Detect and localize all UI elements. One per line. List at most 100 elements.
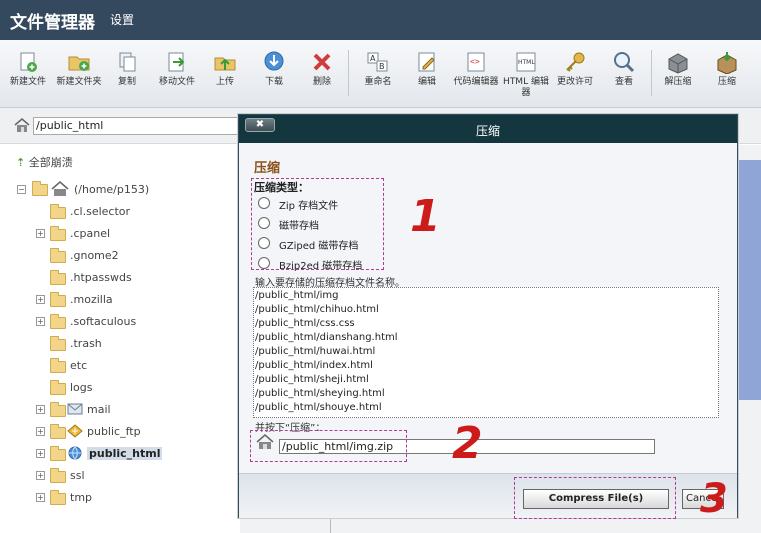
list-item: /public_html/sheying.html	[255, 388, 385, 399]
list-item: /public_html/sheji.html	[255, 374, 369, 385]
tree-item-label: public_html	[87, 447, 163, 460]
new-folder-button[interactable]: 新建文件夹	[55, 50, 103, 88]
list-item: /public_html/chihuo.html	[255, 304, 379, 315]
code-editor-button[interactable]: <> 代码编辑器	[452, 50, 500, 88]
tree-item[interactable]: + .cpanel	[36, 225, 216, 243]
dialog-header: 压缩 ✖	[239, 115, 737, 143]
toolbar-label: 重命名	[364, 77, 392, 87]
annotation-box-2	[250, 430, 407, 462]
folder-icon	[50, 380, 66, 395]
annotation-box-3	[514, 477, 676, 519]
selected-files-list[interactable]: /public_html/img/public_html/chihuo.html…	[253, 287, 719, 418]
list-item: /public_html/shouye.html	[255, 402, 382, 413]
toolbar-separator	[348, 50, 349, 96]
folder-icon	[50, 490, 66, 505]
delete-button[interactable]: 删除	[298, 50, 346, 88]
toolbar-label: 删除	[312, 77, 331, 87]
new-file-button[interactable]: 新建文件	[4, 50, 52, 88]
tree-item-label: .trash	[70, 337, 102, 350]
list-item: /public_html/img	[255, 290, 339, 301]
toolbar: 新建文件 新建文件夹 复制 移动文件 上传 下载 删除 A B 重命名 编辑 <…	[0, 40, 761, 108]
step-3-marker: 3	[700, 476, 728, 522]
folder-open-icon	[32, 181, 48, 196]
tree-item[interactable]: + public_html	[36, 445, 216, 463]
dialog-title: 压缩	[475, 124, 500, 138]
tree-item-label: etc	[70, 359, 88, 372]
toolbar-label: HTML 编辑器	[503, 77, 549, 98]
expand-toggle-icon[interactable]: +	[36, 427, 45, 436]
tree-item[interactable]: .htpasswds	[36, 269, 216, 287]
tree-item-label: .gnome2	[70, 249, 119, 262]
permissions-button[interactable]: 更改许可	[551, 50, 599, 88]
tree-item[interactable]: + tmp	[36, 489, 216, 507]
svg-text:<>: <>	[470, 57, 480, 66]
folder-icon	[50, 204, 66, 219]
tree-item[interactable]: .cl.selector	[36, 203, 216, 221]
settings-link[interactable]: 设置	[110, 11, 134, 28]
tree-root[interactable]: − (/home/p153)	[17, 181, 217, 199]
selected-row-highlight	[738, 160, 761, 400]
extract-button[interactable]: 解压缩	[654, 50, 702, 88]
upload-button[interactable]: 上传	[201, 50, 249, 88]
dialog-close-button[interactable]: ✖	[245, 118, 275, 132]
tree-item-label: public_ftp	[87, 425, 141, 438]
tree-item-label: mail	[87, 403, 111, 416]
tree-root-label: (/home/p153)	[74, 183, 150, 196]
tree-item-label: tmp	[70, 491, 93, 504]
toolbar-label: 复制	[117, 77, 136, 87]
code-editor-icon: <>	[464, 50, 488, 74]
tree-item[interactable]: etc	[36, 357, 216, 375]
tree-item-label: .mozilla	[70, 293, 113, 306]
tree-item[interactable]: + ssl	[36, 467, 216, 485]
collapse-all-link[interactable]: ⇡ 全部崩溃	[16, 154, 73, 170]
compress-toolbar-button[interactable]: 压缩	[703, 50, 751, 88]
globe-icon	[67, 446, 83, 463]
folder-icon	[50, 336, 66, 351]
list-item: /public_html/huwai.html	[255, 346, 376, 357]
toolbar-label: 代码编辑器	[453, 77, 499, 87]
tree-item[interactable]: .gnome2	[36, 247, 216, 265]
edit-button[interactable]: 编辑	[403, 50, 451, 88]
expand-toggle-icon[interactable]: +	[36, 493, 45, 502]
tree-item[interactable]: + mail	[36, 401, 216, 419]
edit-icon	[415, 50, 439, 74]
expand-toggle-icon[interactable]: +	[36, 295, 45, 304]
folder-icon	[50, 292, 66, 307]
tree-item[interactable]: + .mozilla	[36, 291, 216, 309]
move-file-button[interactable]: 移动文件	[153, 50, 201, 88]
delete-icon	[310, 50, 334, 74]
toolbar-label: 编辑	[417, 77, 436, 87]
expand-toggle-icon[interactable]: +	[36, 471, 45, 480]
app-title: 文件管理器	[10, 13, 95, 33]
tree-item-label: .softaculous	[70, 315, 137, 328]
expand-toggle-icon[interactable]: +	[36, 405, 45, 414]
svg-text:B: B	[379, 62, 385, 71]
expand-toggle-icon[interactable]: +	[36, 229, 45, 238]
expand-toggle-icon[interactable]: +	[36, 449, 45, 458]
step-1-marker: 1	[410, 191, 441, 242]
path-input[interactable]: /public_html	[33, 117, 243, 135]
tree-item-label: .cl.selector	[70, 205, 131, 218]
annotation-box-1	[251, 178, 384, 270]
section-title: 压缩	[254, 161, 281, 176]
view-magnifier-icon	[612, 50, 636, 74]
rename-button[interactable]: AB 重命名	[354, 50, 402, 88]
tree-item-label: logs	[70, 381, 93, 394]
html-editor-button[interactable]: HTML HTML 编辑器	[502, 50, 550, 99]
tree-item-label: .cpanel	[70, 227, 111, 240]
view-button[interactable]: 查看	[600, 50, 648, 88]
home-icon[interactable]	[14, 118, 30, 132]
list-item: /public_html/index.html	[255, 360, 373, 371]
folder-icon	[50, 468, 66, 483]
svg-text:HTML: HTML	[518, 59, 535, 66]
tree-item[interactable]: + public_ftp	[36, 423, 216, 441]
download-button[interactable]: 下载	[250, 50, 298, 88]
toolbar-label: 新建文件	[9, 77, 46, 87]
tree-item[interactable]: .trash	[36, 335, 216, 353]
collapse-toggle-icon[interactable]: −	[17, 185, 26, 194]
home-folder-icon	[51, 181, 69, 200]
expand-toggle-icon[interactable]: +	[36, 317, 45, 326]
tree-item[interactable]: + .softaculous	[36, 313, 216, 331]
copy-button[interactable]: 复制	[103, 50, 151, 88]
tree-item[interactable]: logs	[36, 379, 216, 397]
